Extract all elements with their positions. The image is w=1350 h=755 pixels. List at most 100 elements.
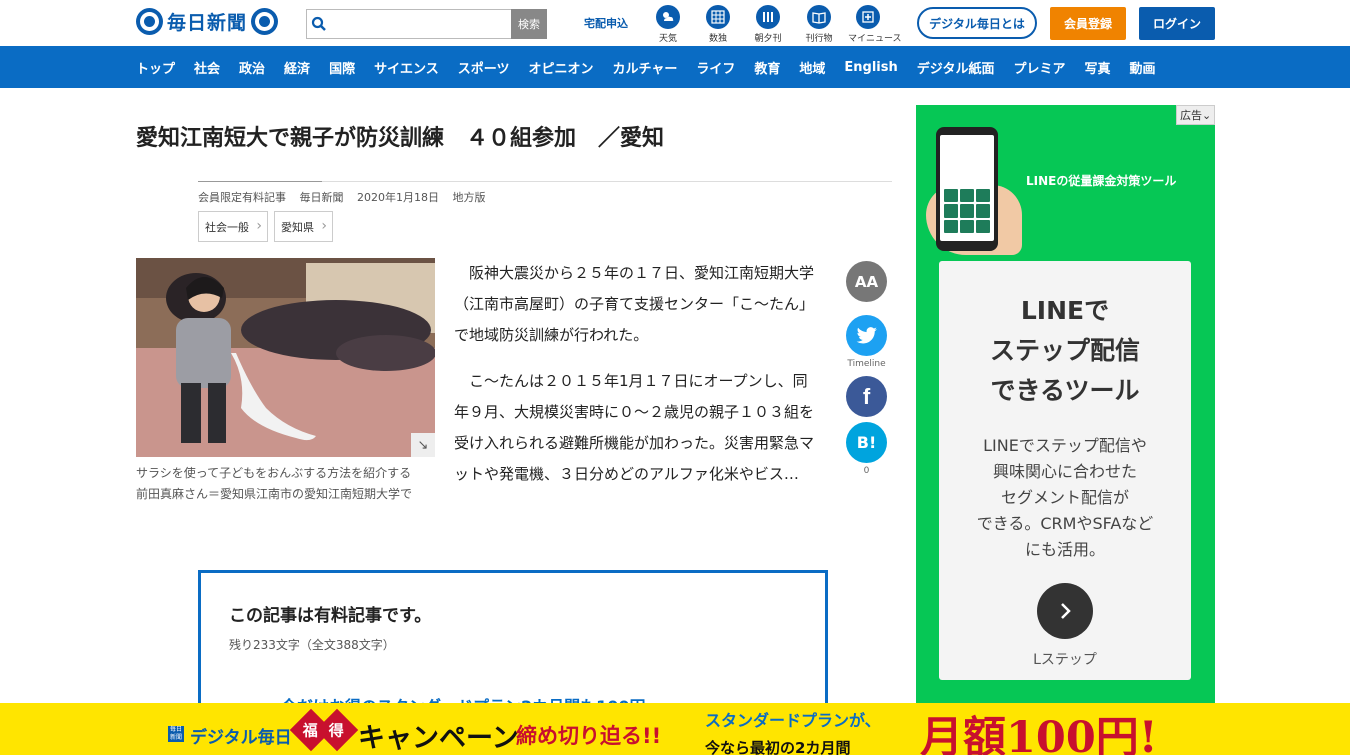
font-size-button[interactable]: AA — [846, 261, 887, 302]
ad-headline-line-3: できるツール — [990, 376, 1140, 405]
nav-item[interactable]: 写真 — [1085, 58, 1111, 77]
hatena-count: 0 — [863, 466, 870, 476]
banner-price: 月額100円! — [920, 713, 1158, 755]
font-size-icon: AA — [846, 261, 887, 302]
twitter-sub-label: Timeline — [847, 359, 886, 369]
newspaper-label: 朝夕刊 — [754, 34, 782, 44]
meta-divider — [198, 181, 892, 182]
nav-item[interactable]: English — [844, 60, 897, 75]
search-button[interactable]: 検索 — [511, 9, 547, 39]
chevron-down-icon: ⌄ — [1202, 109, 1212, 122]
ad-desc-line-2: 興味関心に合わせた — [992, 462, 1137, 481]
article-title: 愛知江南短大で親子が防災訓練 ４０組参加 ／愛知 — [136, 126, 665, 151]
tag-social[interactable]: 社会一般 — [198, 211, 268, 242]
site-header: 毎日新聞 検索 宅配申込 天気 数独 朝夕刊 刊行物 マイニュース デジタル毎日… — [0, 0, 1350, 46]
line-ad[interactable]: LINEの従量課金対策ツール LINEで ステップ配信 できるツール LINEで… — [916, 105, 1215, 705]
nav-item[interactable]: カルチャー — [612, 58, 677, 77]
weather-link[interactable]: 天気 — [648, 5, 688, 44]
article-type: 会員限定有料記事 — [198, 191, 286, 204]
nav-item[interactable]: 国際 — [329, 58, 355, 77]
banner-badge: 毎日新聞 — [168, 726, 184, 742]
facebook-icon: f — [846, 376, 887, 417]
ad-arrow-button[interactable] — [1037, 583, 1093, 639]
nav-item[interactable]: 教育 — [754, 58, 780, 77]
ad-desc-line-1: LINEでステップ配信や — [983, 436, 1147, 455]
nav-item[interactable]: スポーツ — [458, 58, 510, 77]
article-meta: 会員限定有料記事 毎日新聞 2020年1月18日 地方版 — [198, 189, 496, 205]
login-button[interactable]: ログイン — [1139, 7, 1215, 40]
article-body: 阪神大震災から２５年の１７日、愛知江南短期大学（江南市高屋町）の子育て支援センタ… — [454, 258, 816, 505]
search-input[interactable] — [327, 11, 511, 37]
twitter-share-button[interactable]: Timeline — [846, 315, 887, 369]
campaign-banner[interactable]: 毎日新聞 デジタル毎日 福 得 キャンペーン 締め切り迫る!! スタンダードプラ… — [0, 703, 1350, 755]
nav-item[interactable]: 地域 — [799, 58, 825, 77]
search-box — [306, 9, 511, 39]
ad-label-text: 広告 — [1180, 109, 1202, 122]
register-button[interactable]: 会員登録 — [1050, 7, 1126, 40]
paywall-remaining: 残り233文字（全文388文字） — [229, 638, 395, 652]
sudoku-icon — [706, 5, 730, 29]
chevron-right-icon — [1061, 603, 1071, 619]
nav-item[interactable]: オピニオン — [528, 58, 593, 77]
sudoku-link[interactable]: 数独 — [698, 5, 738, 44]
search-icon — [311, 16, 326, 31]
site-logo[interactable]: 毎日新聞 — [136, 8, 279, 35]
article-edition: 地方版 — [452, 191, 486, 204]
ad-brand: Lステップ — [1033, 652, 1097, 668]
nav-item[interactable]: トップ — [136, 58, 175, 77]
logo-eye-left-icon — [136, 8, 163, 35]
hatena-share-button[interactable]: B! 0 — [846, 422, 887, 476]
ad-desc-line-4: できる。CRMやSFAなど — [976, 514, 1154, 533]
article-source: 毎日新聞 — [299, 191, 344, 204]
my-news-link[interactable]: マイニュース — [848, 5, 902, 44]
main-nav: トップ 社会 政治 経済 国際 サイエンス スポーツ オピニオン カルチャー ライフ 教育 地域 Eng… — [0, 46, 1350, 88]
facebook-share-button[interactable]: f — [846, 376, 887, 417]
hatena-icon: B! — [846, 422, 887, 463]
tag-aichi[interactable]: 愛知県 — [274, 211, 333, 242]
nav-item[interactable]: デジタル紙面 — [917, 58, 995, 77]
digital-mainichi-button[interactable]: デジタル毎日とは — [917, 7, 1037, 39]
weather-icon — [656, 5, 680, 29]
search-form: 検索 — [306, 9, 547, 39]
twitter-icon — [846, 315, 887, 356]
ad-desc-line-5: にも活用。 — [1024, 540, 1105, 559]
nav-item[interactable]: 社会 — [194, 58, 220, 77]
article-tags: 社会一般 愛知県 — [198, 211, 333, 242]
banner-plan-period: 今なら最初の2カ月間 — [705, 739, 851, 755]
ad-headline: LINEで ステップ配信 できるツール — [939, 291, 1191, 411]
article-date: 2020年1月18日 — [357, 191, 439, 204]
ad-card: LINEで ステップ配信 できるツール LINEでステップ配信や 興味関心に合わ… — [939, 261, 1191, 680]
expand-photo-icon[interactable]: ↘ — [411, 433, 435, 457]
weather-label: 天気 — [658, 34, 677, 44]
newspaper-link[interactable]: 朝夕刊 — [748, 5, 788, 44]
ad-headline-line-2: ステップ配信 — [989, 336, 1140, 365]
ad-headline-line-1: LINEで — [1020, 296, 1110, 325]
photo-caption: サラシを使って子どもをおんぶする方法を紹介する前田真麻さん＝愛知県江南市の愛知江… — [136, 466, 413, 501]
logo-text: 毎日新聞 — [167, 12, 248, 34]
banner-plan: スタンダードプランが、 — [705, 711, 881, 730]
article-paragraph-2: こ～たんは２０１５年1月１７日にオープンし、同年９月、大規模災害時に０～２歳児の… — [454, 372, 815, 483]
ad-description: LINEでステップ配信や 興味関心に合わせた セグメント配信が できる。CRMや… — [939, 433, 1191, 563]
nav-item[interactable]: ライフ — [696, 58, 735, 77]
banner-toku: 得 — [315, 708, 359, 752]
ad-tagline: LINEの従量課金対策ツール — [1026, 174, 1177, 188]
nav-item[interactable]: サイエンス — [374, 58, 439, 77]
banner-campaign: キャンペーン — [358, 723, 519, 754]
book-icon — [807, 5, 831, 29]
ad-phone-image — [936, 127, 998, 251]
banner-digital: デジタル毎日 — [190, 728, 292, 748]
nav-item[interactable]: 動画 — [1130, 58, 1156, 77]
nav-list: トップ 社会 政治 経済 国際 サイエンス スポーツ オピニオン カルチャー ライフ 教育 地域 Eng… — [136, 46, 1175, 88]
nav-item[interactable]: 政治 — [239, 58, 265, 77]
paywall-title: この記事は有料記事です。 — [229, 606, 432, 626]
newspaper-icon — [756, 5, 780, 29]
ad-label[interactable]: 広告⌄ — [1176, 105, 1216, 125]
ad-desc-line-3: セグメント配信が — [1000, 488, 1129, 507]
article-photo[interactable]: ↘ — [136, 258, 435, 457]
nav-item[interactable]: プレミア — [1014, 58, 1066, 77]
sudoku-label: 数独 — [708, 34, 727, 44]
publications-link[interactable]: 刊行物 — [799, 5, 839, 44]
home-delivery-link[interactable]: 宅配申込 — [584, 15, 628, 31]
my-news-label: マイニュース — [848, 34, 902, 44]
nav-item[interactable]: 経済 — [284, 58, 310, 77]
